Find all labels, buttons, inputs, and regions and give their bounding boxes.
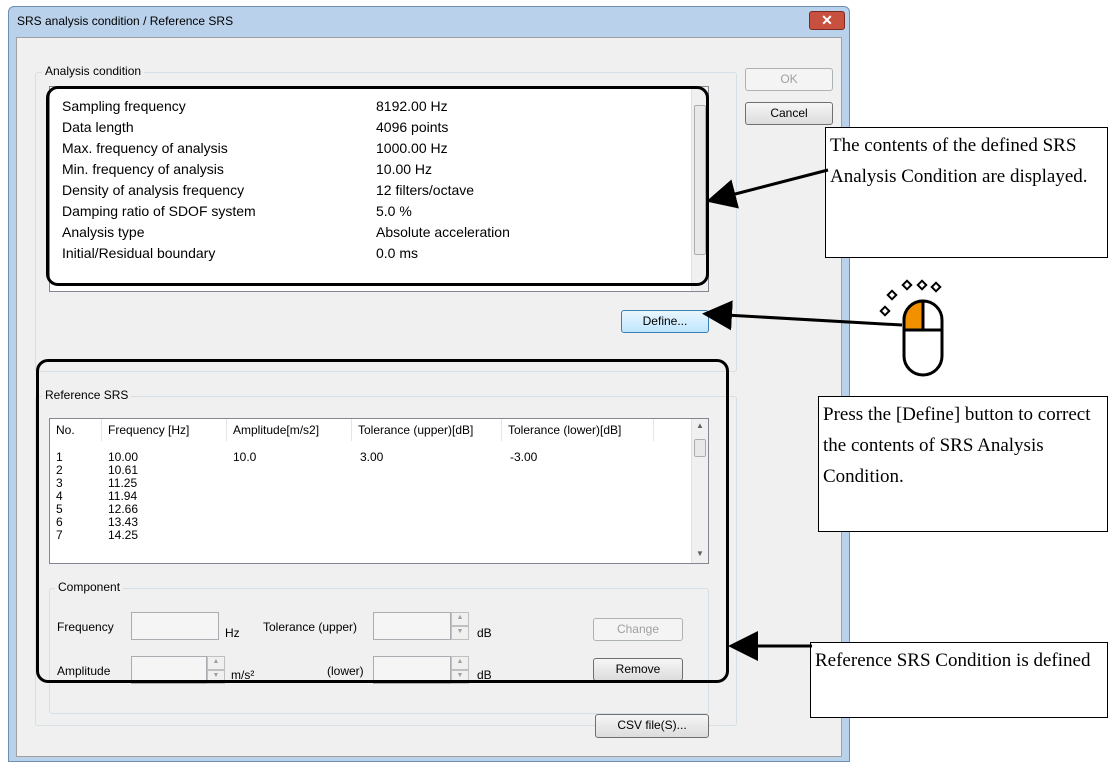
arrow-to-define: [702, 300, 903, 331]
arrow-to-analysis: [706, 168, 829, 209]
annotation-arrows: [702, 168, 944, 661]
mouse-icon: [902, 299, 944, 377]
